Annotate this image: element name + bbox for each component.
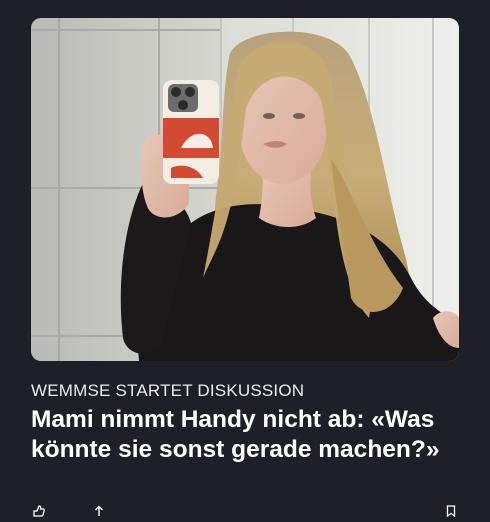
- mirror-selfie-photo: [31, 18, 459, 361]
- article-action-bar: [31, 504, 459, 518]
- article-headline[interactable]: Mami nimmt Handy nicht ab: «Was könnte s…: [31, 405, 451, 465]
- bookmark-icon[interactable]: [445, 504, 457, 518]
- share-icon[interactable]: [93, 504, 105, 516]
- article-card[interactable]: WEMMSE STARTET DISKUSSION Mami nimmt Han…: [0, 0, 490, 518]
- article-image[interactable]: [31, 18, 459, 361]
- article-kicker: WEMMSE STARTET DISKUSSION: [31, 381, 305, 400]
- like-icon[interactable]: [33, 504, 45, 517]
